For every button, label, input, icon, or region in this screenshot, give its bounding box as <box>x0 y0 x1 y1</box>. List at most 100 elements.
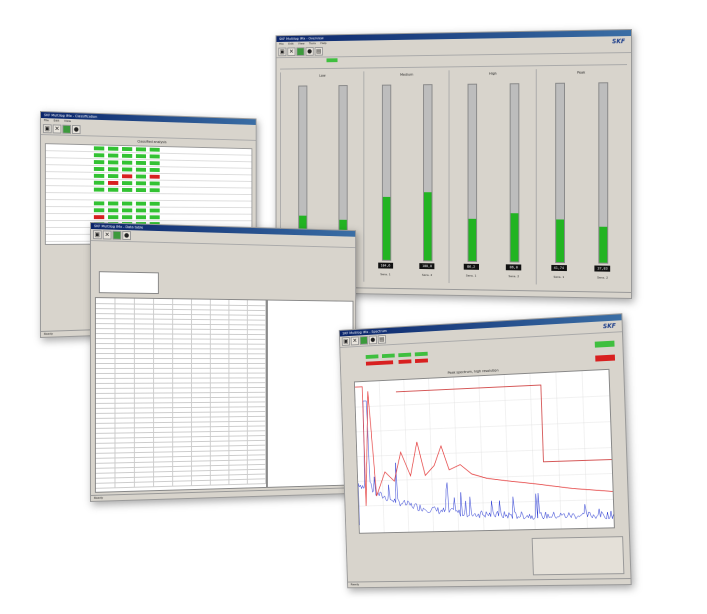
table-cell <box>192 479 211 486</box>
open-icon[interactable]: ▣ <box>278 47 287 57</box>
print-icon[interactable]: ▤ <box>377 334 387 344</box>
chart-icon[interactable] <box>62 124 72 134</box>
grid-line <box>359 499 613 506</box>
status-cell <box>108 208 119 213</box>
plug-icon[interactable]: ● <box>368 335 378 345</box>
table-cell <box>154 480 174 487</box>
status-cell <box>149 174 160 179</box>
status-cell <box>108 201 119 206</box>
gauge-bar <box>598 82 609 264</box>
grid-line <box>356 396 610 407</box>
gauge-group-label <box>580 70 632 71</box>
status-cell <box>122 195 132 199</box>
open-icon[interactable]: ▣ <box>92 230 102 240</box>
open-icon[interactable]: ▣ <box>42 124 52 134</box>
status-cell <box>108 215 119 220</box>
status-cell <box>149 201 160 206</box>
status-cell <box>135 181 147 186</box>
gauge-value: 86,0 <box>506 264 522 271</box>
status-cell <box>93 201 105 206</box>
print-icon[interactable]: ▤ <box>314 46 323 56</box>
plug-icon[interactable]: ● <box>122 230 131 241</box>
table-cell <box>95 482 116 488</box>
tool-icon[interactable]: ✕ <box>350 336 360 346</box>
status-indicator <box>326 58 338 63</box>
gauge-column: Medium 104,6 Sens. 1 <box>363 70 413 283</box>
gauge-fill <box>510 213 519 262</box>
gauge-fill <box>382 197 391 260</box>
spectrum-series-blue <box>355 390 613 525</box>
gauge-sensor-label: Sens. 2 <box>421 272 433 277</box>
grid-line <box>530 374 535 529</box>
status-cell <box>93 215 105 220</box>
status-cell <box>149 215 160 220</box>
spectrum-series-red <box>355 375 613 506</box>
menu-view[interactable]: View <box>298 42 304 46</box>
chart-icon[interactable] <box>112 230 122 240</box>
menu-view[interactable]: View <box>64 119 71 123</box>
table-cell <box>134 481 155 487</box>
plug-icon[interactable]: ● <box>71 124 81 135</box>
status-cell <box>122 167 133 172</box>
gauge-bar <box>381 84 392 261</box>
skf-logo: SKF <box>602 322 616 331</box>
grid-line <box>556 372 561 528</box>
chart-icon[interactable] <box>296 47 305 56</box>
gauge-fill <box>468 218 476 261</box>
status-cell <box>135 160 147 165</box>
tool-icon[interactable]: ✕ <box>287 47 296 57</box>
menu-edit[interactable]: Edit <box>54 118 60 122</box>
chart-icon[interactable] <box>359 335 369 345</box>
status-cell <box>122 187 133 192</box>
status-cell <box>108 187 119 192</box>
status-cell <box>108 167 119 172</box>
table-cell <box>115 481 135 488</box>
grid-line <box>404 380 409 532</box>
status-cell <box>135 167 147 172</box>
data-table <box>94 297 267 493</box>
gauge-fill <box>555 219 564 263</box>
status-cell <box>93 187 105 192</box>
gauge-column: 86,0 Sens. 2 <box>492 69 536 284</box>
status-cell <box>122 215 133 220</box>
grid-line <box>379 381 384 532</box>
status-cell <box>94 194 104 198</box>
status-cell <box>108 195 118 199</box>
status-cell <box>149 208 160 213</box>
table-cell <box>229 478 248 485</box>
status-cell <box>122 160 133 165</box>
status-cell <box>135 147 147 152</box>
grid-line <box>479 376 484 530</box>
grid-line <box>504 375 509 530</box>
status-cell <box>93 173 105 178</box>
table-cell <box>173 480 193 486</box>
status-cell <box>122 174 133 179</box>
gauge-value: 100,0 <box>419 263 435 270</box>
plug-icon[interactable]: ● <box>305 47 314 56</box>
status-cell <box>135 188 147 193</box>
spectrum-chart <box>353 368 615 534</box>
tool-icon[interactable]: ✕ <box>52 124 62 134</box>
status-cell <box>149 167 160 172</box>
status-cell <box>122 146 133 152</box>
menu-edit[interactable]: Edit <box>288 42 293 46</box>
gauge-sensor-label: Sens. 2 <box>508 274 520 279</box>
skf-logo: SKF <box>612 38 626 46</box>
status-cell <box>122 208 133 213</box>
status-cell <box>122 153 133 158</box>
grid-line <box>357 448 611 457</box>
gauge-column: 100,0 Sens. 2 <box>406 70 449 283</box>
menu-help[interactable]: Help <box>320 41 326 45</box>
menu-tools[interactable]: Tools <box>309 41 316 45</box>
settings-box <box>98 271 159 295</box>
grid-line <box>356 422 610 432</box>
tool-icon[interactable]: ✕ <box>102 230 112 240</box>
status-bar: Ready <box>347 578 631 588</box>
gauge-sensor-label: Sens. 1 <box>465 273 477 278</box>
gauge-sensor-label: Sens. 1 <box>553 274 565 279</box>
gauge-value: 37,03 <box>594 265 611 272</box>
menu-file[interactable]: File <box>279 42 284 46</box>
grid-line <box>454 378 459 531</box>
menu-file[interactable]: File <box>44 118 49 122</box>
open-icon[interactable]: ▣ <box>341 336 351 346</box>
